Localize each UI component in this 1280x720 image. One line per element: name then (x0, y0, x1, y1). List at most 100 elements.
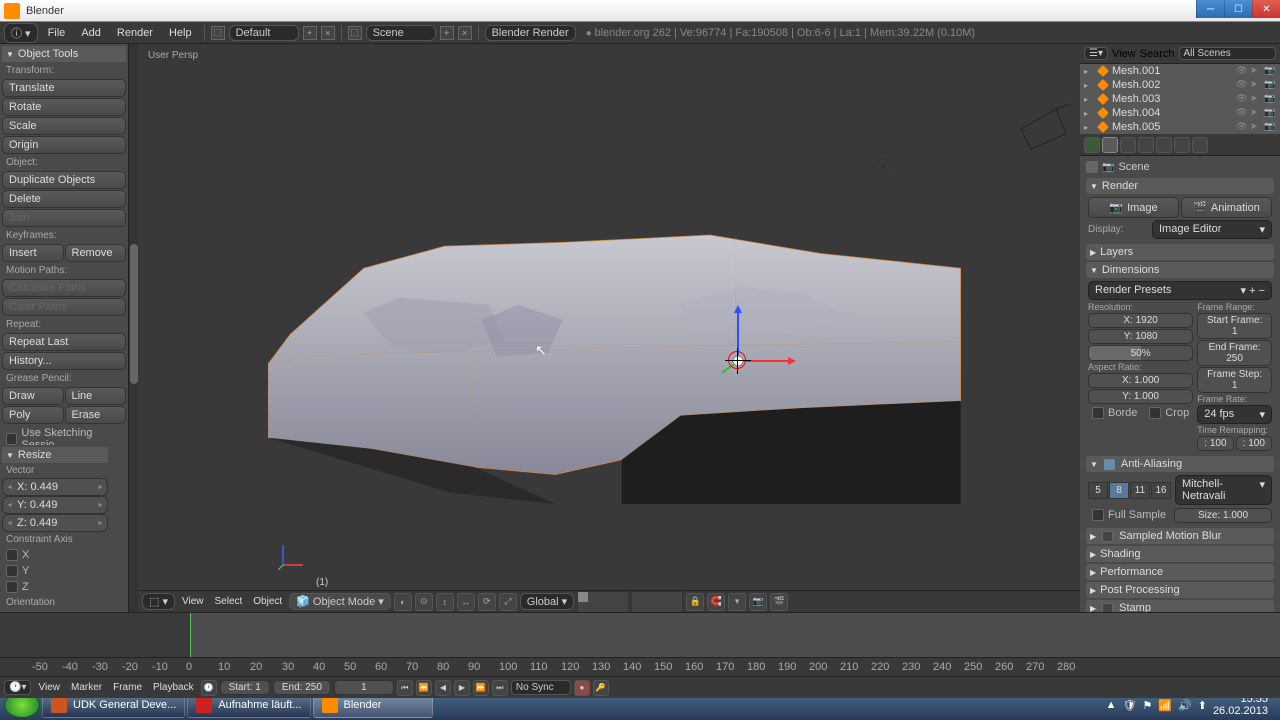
shading-panel-header[interactable]: ▶Shading (1086, 546, 1274, 562)
frame-step[interactable]: Frame Step: 1 (1197, 367, 1272, 393)
render-engine[interactable]: Blender Render (485, 25, 576, 41)
gp-draw-button[interactable]: Draw (2, 387, 64, 405)
rotate-button[interactable]: Rotate (2, 98, 126, 116)
outliner-editor-type[interactable]: ☰▾ (1084, 47, 1108, 60)
outliner-tree[interactable]: ▸Mesh.001👁➤📷▸Mesh.002👁➤📷▸Mesh.003👁➤📷▸Mes… (1080, 64, 1280, 134)
join-button[interactable]: Join (2, 209, 126, 227)
mode-dropdown[interactable]: 🧊 Object Mode ▾ (289, 593, 391, 610)
use-preview-range[interactable]: 🕐 (201, 680, 217, 696)
camera-object[interactable] (1016, 99, 1076, 159)
render-animation-button[interactable]: 🎬 Animation (1181, 197, 1272, 218)
tab-object[interactable] (1138, 137, 1154, 153)
duplicate-button[interactable]: Duplicate Objects (2, 171, 126, 189)
start-frame[interactable]: Start Frame: 1 (1197, 313, 1272, 339)
object-tools-header[interactable]: ▼Object Tools (2, 46, 126, 62)
tab-render[interactable] (1084, 137, 1100, 153)
delete-button[interactable]: Delete (2, 190, 126, 208)
play[interactable]: ▶ (454, 680, 470, 696)
close-button[interactable]: ✕ (1252, 0, 1280, 18)
outliner-item[interactable]: ▸Mesh.003👁➤📷 (1080, 92, 1280, 106)
tl-frame-menu[interactable]: Frame (109, 680, 146, 695)
tab-modifiers[interactable] (1174, 137, 1190, 153)
display-dropdown[interactable]: Image Editor▾ (1152, 220, 1272, 239)
scene-remove[interactable]: × (458, 26, 472, 40)
jump-start[interactable]: ⏮ (397, 680, 413, 696)
remap-new[interactable]: : 100 (1236, 436, 1272, 451)
transform-gizmo[interactable] (718, 299, 798, 379)
border-checkbox[interactable]: Borde (1088, 405, 1141, 421)
manipulator-toggle[interactable]: ↕ (436, 593, 454, 611)
scene-browse[interactable]: ⬚ (348, 26, 362, 40)
calc-paths-button[interactable]: Calculate Paths (2, 279, 126, 297)
outliner-search[interactable]: Search (1140, 48, 1175, 60)
tab-scene[interactable] (1102, 137, 1118, 153)
timeline-editor-type[interactable]: 🕐▾ (4, 680, 31, 695)
aa-size[interactable]: Size: 1.000 (1174, 508, 1272, 523)
editor-type-3d[interactable]: ⬚ ▾ (142, 593, 175, 610)
viewport-shading[interactable]: ◐ (394, 593, 412, 611)
stamp-panel-header[interactable]: ▶Stamp (1086, 600, 1274, 612)
res-percentage[interactable]: 50% (1088, 345, 1193, 361)
tray-network-icon[interactable]: 📶 (1158, 699, 1172, 712)
minimize-button[interactable]: ─ (1196, 0, 1224, 18)
outliner-item[interactable]: ▸Mesh.002👁➤📷 (1080, 78, 1280, 92)
maximize-button[interactable]: ☐ (1224, 0, 1252, 18)
manipulator-rotate[interactable]: ⟳ (478, 593, 496, 611)
select-menu[interactable]: Select (210, 594, 246, 609)
tab-constraints[interactable] (1156, 137, 1172, 153)
lock-camera[interactable]: 🔒 (686, 593, 704, 611)
aspect-x[interactable]: X: 1.000 (1088, 373, 1193, 388)
repeat-last-button[interactable]: Repeat Last (2, 333, 126, 351)
translate-button[interactable]: Translate (2, 79, 126, 97)
editor-type-dropdown[interactable]: ⓘ ▾ (4, 23, 38, 43)
manipulator-scale[interactable]: ⤢ (499, 593, 517, 611)
constraint-y[interactable]: Y (2, 563, 108, 579)
render-presets[interactable]: Render Presets▾ + − (1088, 281, 1272, 300)
render-anim[interactable]: 🎬 (770, 593, 788, 611)
gp-erase-button[interactable]: Erase (65, 406, 127, 424)
snap-toggle[interactable]: 🧲 (707, 593, 725, 611)
tl-marker-menu[interactable]: Marker (67, 680, 106, 695)
keying-set[interactable]: 🔑 (593, 680, 609, 696)
origin-button[interactable]: Origin (2, 136, 126, 154)
screen-layout[interactable]: Default (229, 25, 299, 41)
view-menu[interactable]: View (178, 594, 208, 609)
performance-panel-header[interactable]: ▶Performance (1086, 564, 1274, 580)
layout-remove[interactable]: × (321, 26, 335, 40)
object-menu[interactable]: Object (249, 594, 286, 609)
lamp-object[interactable] (873, 156, 893, 176)
aspect-y[interactable]: Y: 1.000 (1088, 389, 1193, 404)
outliner-item[interactable]: ▸Mesh.001👁➤📷 (1080, 64, 1280, 78)
snap-element[interactable]: ▾ (728, 593, 746, 611)
layer-buttons[interactable] (577, 591, 683, 613)
aa-panel-header[interactable]: ▼Anti-Aliasing (1086, 456, 1274, 472)
constraint-x[interactable]: X (2, 547, 108, 563)
crop-checkbox[interactable]: Crop (1145, 405, 1193, 421)
remap-old[interactable]: : 100 (1197, 436, 1233, 451)
dimensions-panel-header[interactable]: ▼Dimensions (1086, 262, 1274, 278)
start-frame-field[interactable]: Start: 1 (220, 680, 270, 695)
manipulator-translate[interactable]: ↔ (457, 593, 475, 611)
gp-line-button[interactable]: Line (65, 387, 127, 405)
history-button[interactable]: History... (2, 352, 126, 370)
menu-add[interactable]: Add (75, 25, 107, 41)
res-y[interactable]: Y: 1080 (1088, 329, 1193, 344)
tray-up-icon[interactable]: ▲ (1106, 699, 1117, 711)
aa-8[interactable]: 8 (1109, 482, 1129, 499)
aa-16[interactable]: 16 (1151, 482, 1171, 499)
aa-11[interactable]: 11 (1130, 482, 1150, 499)
current-frame-field[interactable]: 1 (334, 680, 394, 695)
fps-dropdown[interactable]: 24 fps▾ (1197, 405, 1272, 424)
tab-data[interactable] (1192, 137, 1208, 153)
back-button[interactable]: ⬚ (211, 26, 225, 40)
resize-z[interactable]: Z: 0.449 (2, 514, 108, 532)
menu-help[interactable]: Help (163, 25, 198, 41)
scene-add[interactable]: + (440, 26, 454, 40)
auto-keyframe[interactable]: ● (574, 680, 590, 696)
resize-header[interactable]: ▼Resize (2, 447, 108, 463)
sync-dropdown[interactable]: No Sync (511, 680, 571, 695)
3d-viewport[interactable]: User Persp ↖ (138, 44, 1080, 612)
remove-keyframe-button[interactable]: Remove (65, 244, 127, 262)
tab-world[interactable] (1120, 137, 1136, 153)
render-preview[interactable]: 📷 (749, 593, 767, 611)
